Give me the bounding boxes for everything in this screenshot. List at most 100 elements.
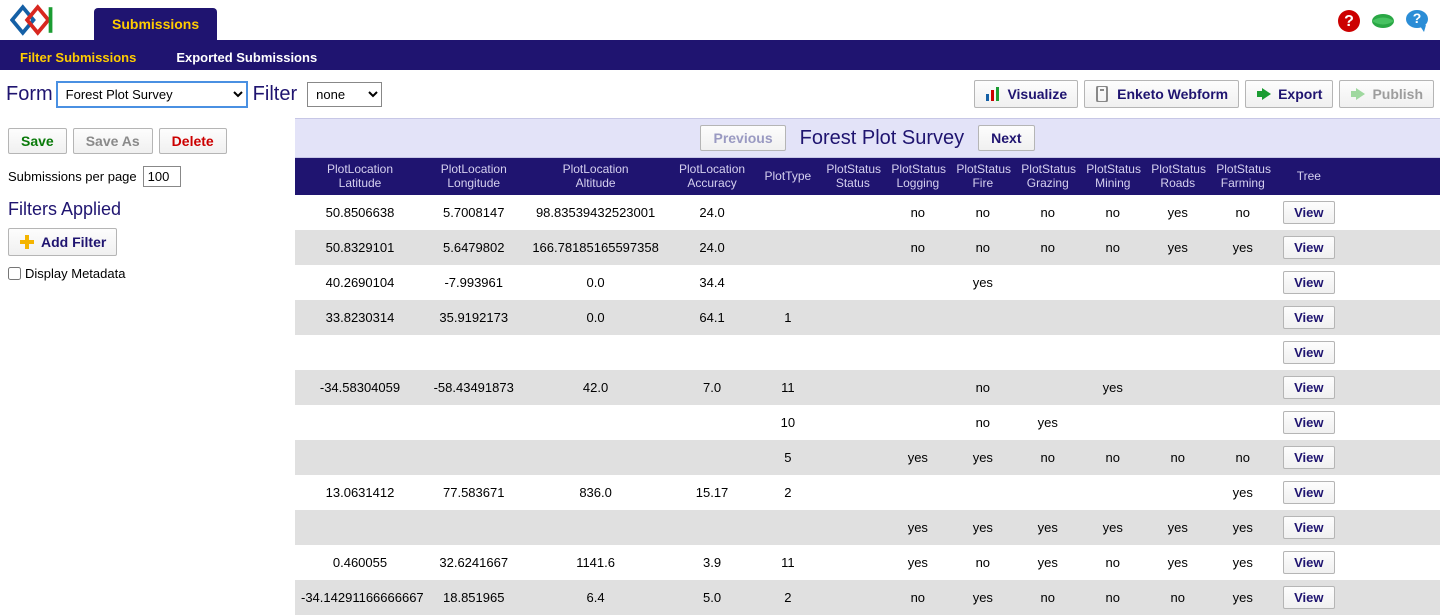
column-header[interactable]: PlotStatusRoads <box>1145 158 1210 195</box>
export-button[interactable]: Export <box>1245 80 1333 108</box>
previous-button[interactable]: Previous <box>700 125 785 151</box>
view-button[interactable]: View <box>1283 411 1334 434</box>
column-header[interactable]: PlotLocationLongitude <box>425 158 522 195</box>
form-select[interactable]: Forest Plot Survey <box>57 82 247 107</box>
column-header[interactable] <box>1342 158 1440 195</box>
publish-arrow-icon <box>1350 86 1366 102</box>
subnav-exported-submissions[interactable]: Exported Submissions <box>176 50 317 65</box>
form-label: Form <box>6 83 53 106</box>
spp-input[interactable] <box>143 166 181 187</box>
table-cell: yes <box>1210 475 1275 510</box>
enketo-webform-button[interactable]: Enketo Webform <box>1084 80 1239 108</box>
add-filter-button[interactable]: Add Filter <box>8 228 117 256</box>
display-metadata-checkbox[interactable] <box>8 267 21 280</box>
table-cell: yes <box>1210 510 1275 545</box>
view-button[interactable]: View <box>1283 376 1334 399</box>
column-header[interactable]: PlotStatusFarming <box>1210 158 1275 195</box>
table-cell <box>820 195 885 230</box>
table-cell <box>1210 300 1275 335</box>
table-cell: no <box>950 545 1015 580</box>
view-button[interactable]: View <box>1283 586 1334 609</box>
data-table: PlotLocationLatitudePlotLocationLongitud… <box>295 158 1440 615</box>
table-cell <box>1342 300 1440 335</box>
table-cell <box>755 230 820 265</box>
column-header[interactable]: PlotLocationAccuracy <box>669 158 756 195</box>
form-title: Forest Plot Survey <box>800 127 965 150</box>
table-cell: 42.0 <box>522 370 668 405</box>
save-as-button[interactable]: Save As <box>73 128 153 154</box>
table-cell <box>820 545 885 580</box>
table-cell: 1 <box>755 300 820 335</box>
svg-text:?: ? <box>1413 10 1422 26</box>
table-cell: no <box>885 230 950 265</box>
view-button[interactable]: View <box>1283 481 1334 504</box>
filter-select[interactable]: none <box>307 82 382 107</box>
view-button[interactable]: View <box>1283 271 1334 294</box>
column-header[interactable]: PlotLocationAltitude <box>522 158 668 195</box>
table-cell: 1141.6 <box>522 545 668 580</box>
table-cell <box>1145 370 1210 405</box>
next-button[interactable]: Next <box>978 125 1034 151</box>
subnav-filter-submissions[interactable]: Filter Submissions <box>20 50 136 65</box>
chat-help-icon[interactable]: ? <box>1404 8 1430 34</box>
column-header[interactable]: PlotStatusLogging <box>885 158 950 195</box>
table-cell <box>820 335 885 370</box>
table-cell: yes <box>1145 545 1210 580</box>
table-cell: no <box>1080 545 1145 580</box>
delete-button[interactable]: Delete <box>159 128 227 154</box>
column-header[interactable]: PlotStatusGrazing <box>1015 158 1080 195</box>
publish-button[interactable]: Publish <box>1339 80 1434 108</box>
column-header[interactable]: PlotStatusStatus <box>820 158 885 195</box>
tree-view-cell: View <box>1275 370 1342 405</box>
table-cell <box>755 265 820 300</box>
spp-label: Submissions per page <box>8 169 137 184</box>
left-panel: Save Save As Delete Submissions per page… <box>0 118 295 291</box>
table-cell: 836.0 <box>522 475 668 510</box>
table-cell <box>669 335 756 370</box>
column-header[interactable]: PlotType <box>755 158 820 195</box>
tab-submissions[interactable]: Submissions <box>94 8 217 40</box>
table-cell: 5.0 <box>669 580 756 615</box>
help-icon[interactable]: ? <box>1336 8 1362 34</box>
visualize-button[interactable]: Visualize <box>974 80 1078 108</box>
column-header[interactable]: PlotStatusFire <box>950 158 1015 195</box>
table-cell <box>1145 405 1210 440</box>
table-cell: 40.2690104 <box>295 265 425 300</box>
export-arrow-icon <box>1256 86 1272 102</box>
table-cell <box>820 440 885 475</box>
view-button[interactable]: View <box>1283 236 1334 259</box>
table-cell <box>295 440 425 475</box>
table-row: 40.2690104-7.9939610.034.4yesView <box>295 265 1440 300</box>
table-row: 50.83291015.6479802166.7818516559735824.… <box>295 230 1440 265</box>
table-cell: yes <box>1080 510 1145 545</box>
save-button[interactable]: Save <box>8 128 67 154</box>
main-layout: Save Save As Delete Submissions per page… <box>0 118 1440 615</box>
table-cell: 7.0 <box>669 370 756 405</box>
table-cell <box>820 510 885 545</box>
table-cell: no <box>1080 195 1145 230</box>
view-button[interactable]: View <box>1283 306 1334 329</box>
table-cell: no <box>950 370 1015 405</box>
table-cell <box>755 510 820 545</box>
column-header[interactable]: PlotStatusMining <box>1080 158 1145 195</box>
table-cell: -34.14291166666667 <box>295 580 425 615</box>
display-metadata-row[interactable]: Display Metadata <box>8 266 287 281</box>
view-button[interactable]: View <box>1283 551 1334 574</box>
view-button[interactable]: View <box>1283 516 1334 539</box>
table-cell <box>1210 335 1275 370</box>
table-cell <box>1145 475 1210 510</box>
column-header[interactable]: Tree <box>1275 158 1342 195</box>
table-row: View <box>295 335 1440 370</box>
view-button[interactable]: View <box>1283 341 1334 364</box>
table-cell <box>1342 440 1440 475</box>
column-header[interactable]: PlotLocationLatitude <box>295 158 425 195</box>
table-cell <box>1342 230 1440 265</box>
table-cell <box>1015 300 1080 335</box>
tree-view-cell: View <box>1275 265 1342 300</box>
content-panel: Previous Forest Plot Survey Next PlotLoc… <box>295 118 1440 615</box>
view-button[interactable]: View <box>1283 446 1334 469</box>
book-icon[interactable] <box>1370 8 1396 34</box>
view-button[interactable]: View <box>1283 201 1334 224</box>
table-cell: no <box>1145 440 1210 475</box>
table-cell <box>885 300 950 335</box>
